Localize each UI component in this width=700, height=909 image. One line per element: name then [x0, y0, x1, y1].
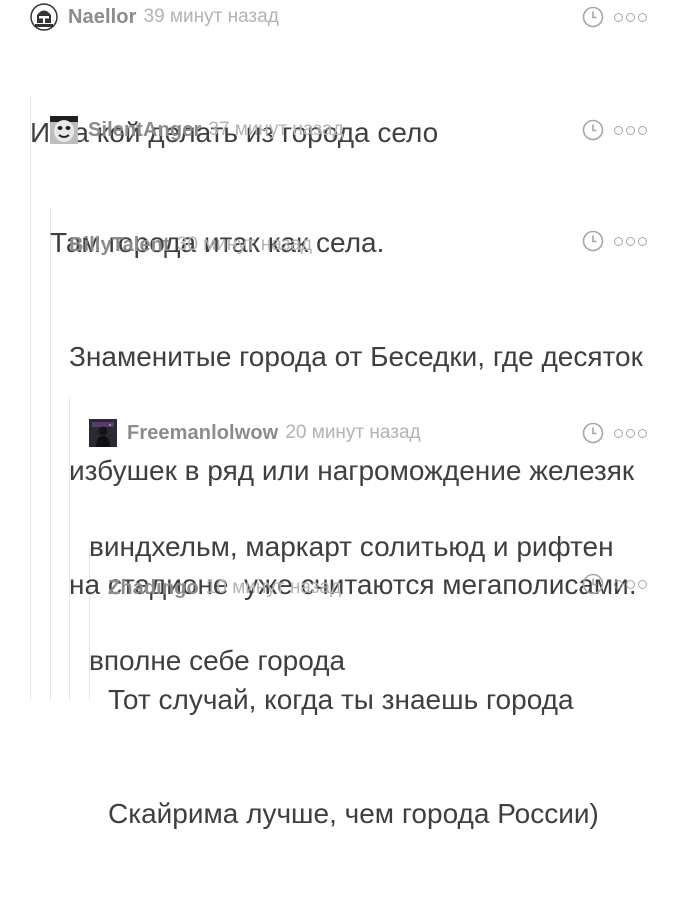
comment-controls	[582, 420, 647, 446]
comment-controls	[582, 228, 647, 254]
comment-header: Naellor 39 минут назад	[30, 3, 279, 31]
more-options-icon[interactable]	[614, 12, 647, 22]
timestamp[interactable]: 39 минут назад	[144, 6, 279, 28]
comment-controls	[582, 4, 647, 30]
clock-icon[interactable]	[582, 573, 604, 595]
masked-face-icon[interactable]	[50, 116, 78, 144]
timestamp[interactable]: 20 минут назад	[285, 422, 420, 444]
comment-header: BillyTalent 30 минут назад	[69, 232, 312, 258]
clock-icon[interactable]	[582, 6, 604, 28]
clock-icon[interactable]	[582, 119, 604, 141]
timestamp[interactable]: 10 минут назад	[206, 577, 341, 599]
comment-header: SilentAnger 37 минут назад	[50, 116, 344, 144]
username[interactable]: SilentAnger	[88, 119, 201, 142]
comment-line: Знаменитые города от Беседки, где десято…	[69, 341, 643, 372]
more-options-icon[interactable]	[614, 579, 647, 589]
username[interactable]: Freemanlolwow	[127, 422, 278, 445]
comment-line: Тот случай, когда ты знаешь города	[108, 684, 574, 715]
username[interactable]: BillyTalent	[69, 234, 170, 257]
comment-header: Freemanlolwow 20 минут назад	[89, 419, 421, 447]
comment-line: виндхельм, маркарт солитьюд и рифтен	[89, 531, 614, 562]
more-options-icon[interactable]	[614, 125, 647, 135]
dark-figure-icon[interactable]	[89, 419, 117, 447]
comment-controls	[582, 117, 647, 143]
username[interactable]: Zhadingo	[108, 577, 199, 600]
comment-controls	[582, 571, 647, 597]
more-options-icon[interactable]	[614, 236, 647, 246]
more-options-icon[interactable]	[614, 428, 647, 438]
comment-line: Скайрима лучше, чем города России)	[108, 798, 599, 829]
timestamp[interactable]: 30 минут назад	[177, 234, 312, 256]
comment-header: Zhadingo 10 минут назад	[108, 575, 341, 601]
comment-text: Тот случай, когда ты знаешь города Скайр…	[108, 605, 599, 909]
clock-icon[interactable]	[582, 230, 604, 252]
username[interactable]: Naellor	[68, 6, 137, 29]
knight-helmet-icon[interactable]	[30, 3, 58, 31]
timestamp[interactable]: 37 минут назад	[208, 119, 343, 141]
clock-icon[interactable]	[582, 422, 604, 444]
